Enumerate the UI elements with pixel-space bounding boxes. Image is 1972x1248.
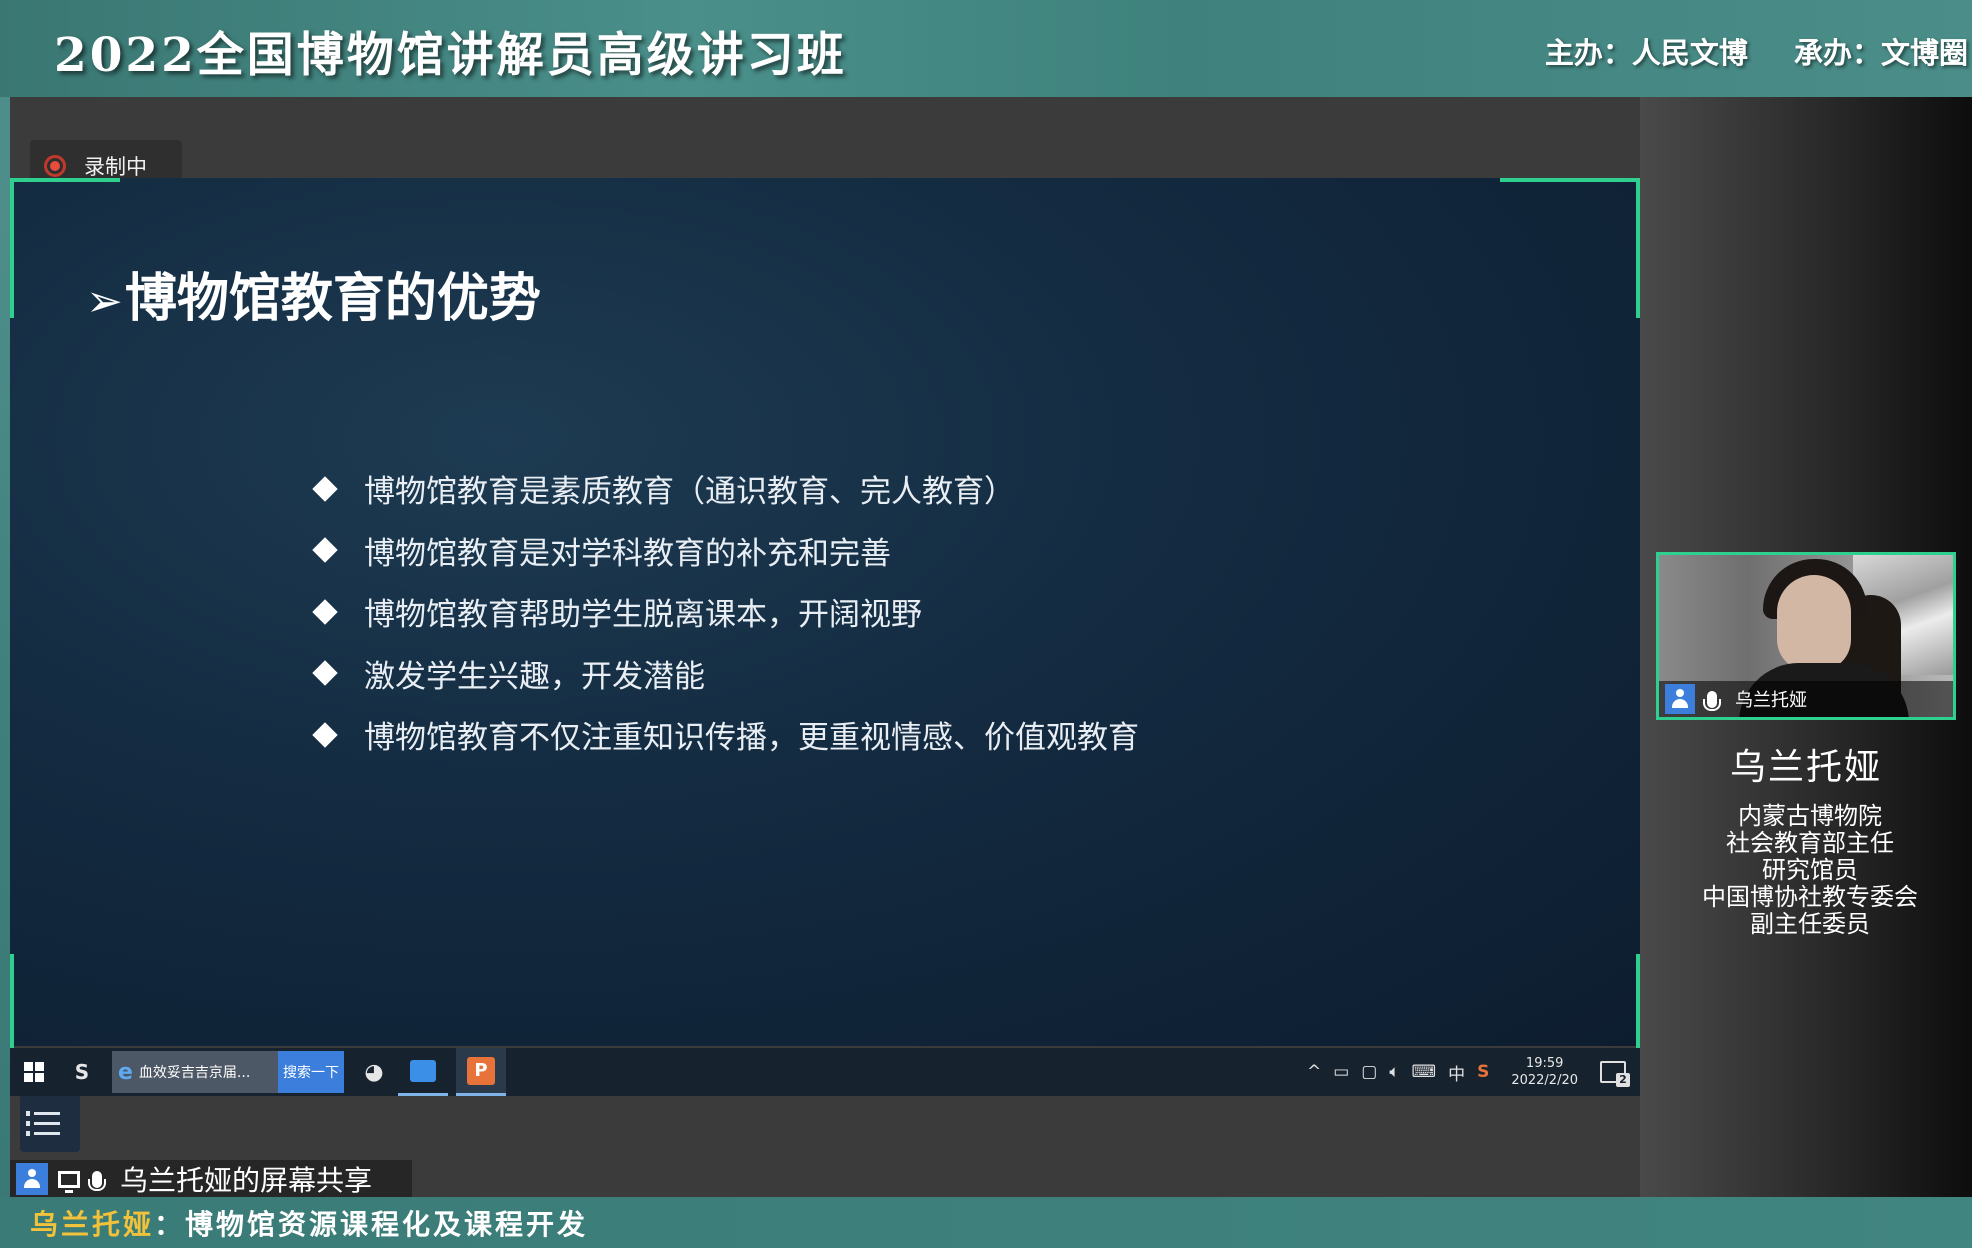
network-icon[interactable]: ▭ [1333,1062,1349,1082]
bullet-item: 博物馆教育不仅注重知识传播，更重视情感、价值观教育 [306,704,1139,766]
bullet-item: 博物馆教育是对学科教育的补充和完善 [306,520,1139,582]
clock-time: 19:59 [1525,1056,1564,1071]
slide-title: ➢博物馆教育的优势 [86,256,541,331]
frame-corner-tl-v [10,178,14,318]
diamond-bullet-icon [312,476,338,502]
sogou-icon[interactable]: S [1477,1062,1489,1082]
screen-share-icon [58,1170,80,1193]
event-organizers: 主办：人民文博 承办：文博圈 [1509,30,1968,72]
lecture-caption: 乌兰托娅 ： 博物馆资源课程化及课程开发 [0,1197,1972,1248]
taskbar-clock[interactable]: 19:59 2022/2/20 [1511,1055,1578,1089]
meeting-window: 2022全国博物馆讲解员高级讲习班 主办：人民文博 承办：文博圈 录制中 ➢博物… [0,0,1972,1248]
microphone-icon [1703,690,1721,711]
screen-share-label: 乌兰托娅的屏幕共享 [10,1160,412,1198]
speaker-info-line: 内蒙古博物院 [1738,802,1882,830]
record-icon [44,155,66,177]
speaker-info-line: 社会教育部主任 [1726,829,1894,857]
speaker-video-tile[interactable]: 乌兰托娅 [1656,552,1956,720]
speaker-info-line: 中国博协社教专委会 [1702,883,1918,911]
slide-title-text: 博物馆教育的优势 [124,269,541,329]
user-icon [16,1163,48,1195]
diamond-bullet-icon [312,537,338,563]
chevron-up-icon[interactable]: ^ [1307,1062,1321,1082]
notification-count: 2 [1616,1073,1630,1087]
recording-label: 录制中 [84,155,147,179]
bullet-item: 博物馆教育帮助学生脱离课本，开阔视野 [306,581,1139,643]
windows-start-icon[interactable] [10,1048,58,1096]
keyboard-icon[interactable]: ⌨ [1412,1062,1437,1082]
volume-icon[interactable]: 🔈︎ [1389,1062,1399,1082]
speaker-info-line: 副主任委员 [1750,910,1870,938]
frame-corner-tl-h [10,178,120,182]
ie-tab-title: 血效妥吉吉京届... [138,1065,251,1081]
bullet-text: 博物馆教育不仅注重知识传播，更重视情感、价值观教育 [364,720,1139,757]
caption-speaker-name: 乌兰托娅 [30,1207,155,1241]
slide-list-icon[interactable] [20,1094,80,1152]
event-banner: 2022全国博物馆讲解员高级讲习班 主办：人民文博 承办：文博圈 [0,0,1972,97]
video-name-bar: 乌兰托娅 [1659,681,1953,717]
bullet-item: 激发学生兴趣，开发潜能 [306,643,1139,705]
diamond-bullet-icon [312,599,338,625]
caption-separator: ： [154,1207,186,1241]
arrow-bullet-icon: ➢ [86,276,123,327]
shared-taskbar: S e 血效妥吉吉京届... 搜索一下 ◕ P ^ ▭ ▢ 🔈︎ ⌨ 中 S 1… [10,1048,1640,1096]
speaker-info-line: 研究馆员 [1762,856,1858,884]
notification-icon[interactable]: 2 [1600,1061,1630,1087]
bullet-item: 博物馆教育是素质教育（通识教育、完人教育） [306,458,1139,520]
clock-date: 2022/2/20 [1511,1073,1578,1088]
ie-icon: e [118,1059,133,1085]
bullet-text: 博物馆教育是素质教育（通识教育、完人教育） [364,474,1015,511]
diamond-bullet-icon [312,660,338,686]
browser-app-icon[interactable]: ◕ [350,1048,398,1096]
display-icon[interactable]: ▢ [1361,1062,1377,1082]
ie-taskbar-tab[interactable]: e 血效妥吉吉京届... [112,1051,278,1093]
event-title: 2022全国博物馆讲解员高级讲习班 [54,28,847,83]
presentation-app-icon[interactable]: P [456,1048,506,1096]
photos-app-icon[interactable] [398,1048,448,1096]
search-button[interactable]: 搜索一下 [278,1051,344,1093]
bullet-text: 博物馆教育帮助学生脱离课本，开阔视野 [364,597,922,634]
video-participant-name: 乌兰托娅 [1735,690,1807,711]
video-face [1777,575,1851,671]
speaker-credentials: 内蒙古博物院 社会教育部主任 研究馆员 中国博协社教专委会 副主任委员 [1640,803,1972,938]
bullet-text: 博物馆教育是对学科教育的补充和完善 [364,535,891,572]
speaker-name: 乌兰托娅 [1729,747,1882,788]
app-360-icon[interactable]: S [58,1048,106,1096]
bullet-text: 激发学生兴趣，开发潜能 [364,658,705,695]
frame-corner-tr-h [1500,178,1640,182]
microphone-icon [88,1170,106,1191]
caption-topic: 博物馆资源课程化及课程开发 [185,1207,589,1241]
screen-share-text: 乌兰托娅的屏幕共享 [120,1164,373,1197]
diamond-bullet-icon [312,722,338,748]
system-tray: ^ ▭ ▢ 🔈︎ ⌨ 中 S 19:59 2022/2/20 2 [1307,1055,1640,1089]
ime-indicator[interactable]: 中 [1448,1060,1465,1085]
slide-bullet-list: 博物馆教育是素质教育（通识教育、完人教育） 博物馆教育是对学科教育的补充和完善 … [306,458,1139,766]
co-organizer-text: 承办：文博圈 [1793,36,1968,70]
presentation-slide: ➢博物馆教育的优势 博物馆教育是素质教育（通识教育、完人教育） 博物馆教育是对学… [10,178,1640,1152]
user-icon [1665,684,1695,714]
organizer-text: 主办：人民文博 [1544,36,1748,70]
